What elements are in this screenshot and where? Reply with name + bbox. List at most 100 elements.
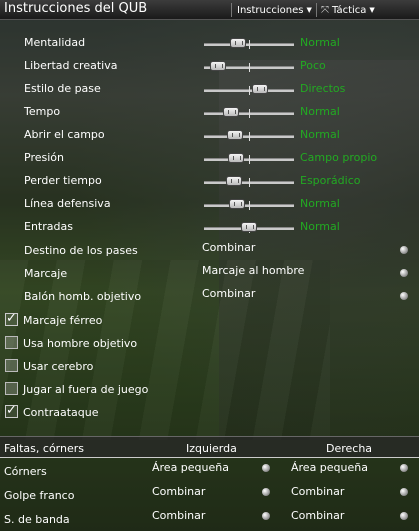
set-piece-left-knob-icon[interactable]: [262, 488, 270, 496]
checkbox-row[interactable]: ✓ Contraataque: [0, 402, 419, 422]
slider-row: Mentalidad Normal: [0, 34, 419, 54]
dropdown-knob-icon[interactable]: [400, 269, 408, 277]
slider-value: Normal: [300, 128, 340, 141]
instrucciones-menu-button[interactable]: Instrucciones ▼: [237, 2, 312, 18]
set-piece-label: Golpe franco: [4, 489, 75, 502]
dropdown-value[interactable]: Combinar: [202, 287, 255, 300]
checkbox[interactable]: [5, 359, 18, 372]
slider-value: Normal: [300, 105, 340, 118]
slider-center-tick: [249, 155, 250, 164]
slider-label: Libertad creativa: [24, 59, 118, 72]
dropdown-value[interactable]: Combinar: [202, 241, 255, 254]
set-pieces-header-title: Faltas, córners: [4, 442, 84, 455]
checkbox[interactable]: ✓: [5, 403, 18, 418]
slider-row: Línea defensiva Normal: [0, 195, 419, 215]
slider-row: Entradas Normal: [0, 218, 419, 238]
menu-separator: [231, 3, 232, 17]
checkbox-row[interactable]: ✓ Marcaje férreo: [0, 310, 419, 330]
set-piece-left-value[interactable]: Combinar: [152, 485, 205, 498]
caret-down-icon: ▼: [369, 6, 375, 14]
slider-thumb[interactable]: [226, 130, 243, 140]
slider-thumb[interactable]: [229, 199, 246, 209]
checkbox-row[interactable]: Usar cerebro: [0, 356, 419, 376]
slider-row: Presión Campo propio: [0, 149, 419, 169]
slider-row: Tempo Normal: [0, 103, 419, 123]
set-piece-right-knob-icon[interactable]: [400, 512, 408, 520]
checkbox[interactable]: [5, 336, 18, 349]
checkbox-row[interactable]: Jugar al fuera de juego: [0, 379, 419, 399]
set-piece-left-value[interactable]: Área pequeña: [152, 461, 229, 474]
checkmark-icon: ✓: [6, 403, 17, 418]
slider-value: Campo propio: [300, 151, 378, 164]
window-title: Instrucciones del QUB: [4, 1, 148, 16]
set-piece-row: Golpe franco Combinar Combinar: [0, 482, 419, 506]
checkbox-label: Marcaje férreo: [23, 314, 103, 327]
slider-thumb[interactable]: [241, 222, 257, 232]
set-piece-label: Córners: [4, 465, 47, 478]
slider-label: Tempo: [24, 105, 61, 118]
checkbox[interactable]: [5, 382, 18, 395]
tactica-menu-button[interactable]: ⤧ Táctica ▼: [321, 2, 375, 18]
slider-thumb[interactable]: [251, 84, 268, 94]
slider-row: Perder tiempo Esporádico: [0, 172, 419, 192]
dropdown-label: Destino de los pases: [24, 244, 138, 257]
slider-thumb[interactable]: [210, 61, 227, 71]
caret-down-icon: ▼: [306, 6, 312, 14]
set-piece-right-knob-icon[interactable]: [400, 488, 408, 496]
checkbox-row[interactable]: Usa hombre objetivo: [0, 333, 419, 353]
set-piece-right-value[interactable]: Área pequeña: [291, 461, 368, 474]
set-piece-row: S. de banda Combinar Combinar: [0, 506, 419, 530]
set-piece-left-knob-icon[interactable]: [262, 464, 270, 472]
dropdown-row[interactable]: Marcaje Marcaje al hombre: [0, 263, 419, 283]
checkbox[interactable]: ✓: [5, 311, 18, 326]
title-bar: Instrucciones del QUB Instrucciones ▼ ⤧ …: [0, 0, 419, 20]
slider-thumb[interactable]: [228, 153, 245, 163]
instrucciones-menu-label: Instrucciones: [237, 4, 304, 16]
dropdown-label: Balón homb. objetivo: [24, 290, 142, 303]
slider-thumb[interactable]: [230, 38, 247, 48]
slider-value: Normal: [300, 36, 340, 49]
menu-separator: [316, 3, 317, 17]
slider-thumb[interactable]: [223, 107, 239, 117]
dropdown-row[interactable]: Destino de los pases Combinar: [0, 240, 419, 260]
checkbox-label: Usar cerebro: [23, 360, 94, 373]
slider-center-tick: [249, 178, 250, 187]
slider-value: Esporádico: [300, 174, 361, 187]
checkmark-icon: ✓: [6, 311, 17, 326]
set-piece-right-value[interactable]: Combinar: [291, 509, 344, 522]
slider-value: Poco: [300, 59, 326, 72]
tactics-board-icon: ⤧: [321, 4, 329, 16]
slider-center-tick: [249, 201, 250, 210]
set-piece-left-value[interactable]: Combinar: [152, 509, 205, 522]
slider-label: Perder tiempo: [24, 174, 102, 187]
slider-value: Normal: [300, 197, 340, 210]
slider-center-tick: [249, 109, 250, 118]
slider-value: Normal: [300, 220, 340, 233]
slider-row: Libertad creativa Poco: [0, 57, 419, 77]
set-piece-left-knob-icon[interactable]: [262, 512, 270, 520]
slider-label: Presión: [24, 151, 64, 164]
tactica-menu-label: Táctica: [332, 4, 367, 16]
slider-row: Abrir el campo Normal: [0, 126, 419, 146]
dropdown-knob-icon[interactable]: [400, 292, 408, 300]
set-pieces-header-left: Izquierda: [186, 442, 237, 455]
slider-thumb[interactable]: [225, 176, 242, 186]
slider-label: Línea defensiva: [24, 197, 111, 210]
dropdown-knob-icon[interactable]: [400, 246, 408, 254]
set-piece-right-value[interactable]: Combinar: [291, 485, 344, 498]
slider-center-tick: [249, 63, 250, 72]
set-pieces-header: Faltas, córners Izquierda Derecha: [0, 436, 419, 458]
slider-center-tick: [249, 132, 250, 141]
dropdown-label: Marcaje: [24, 267, 68, 280]
slider-center-tick: [249, 86, 250, 95]
dropdown-row[interactable]: Balón homb. objetivo Combinar: [0, 286, 419, 306]
slider-center-tick: [249, 40, 250, 49]
set-piece-label: S. de banda: [4, 513, 70, 526]
dropdown-value[interactable]: Marcaje al hombre: [202, 264, 304, 277]
slider-label: Mentalidad: [24, 36, 86, 49]
slider-label: Abrir el campo: [24, 128, 105, 141]
set-piece-right-knob-icon[interactable]: [400, 464, 408, 472]
slider-value: Directos: [300, 82, 346, 95]
set-pieces-header-right: Derecha: [326, 442, 373, 455]
checkbox-label: Usa hombre objetivo: [23, 337, 138, 350]
